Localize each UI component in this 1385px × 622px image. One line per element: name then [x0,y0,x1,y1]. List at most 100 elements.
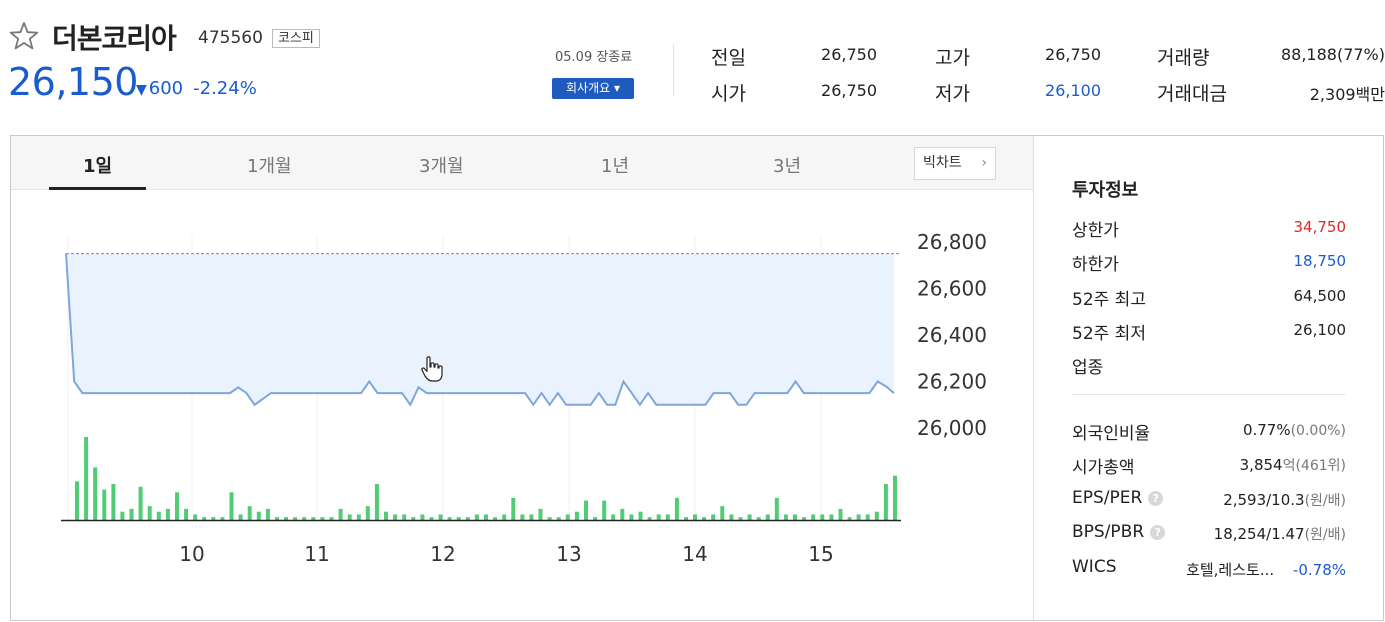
volume-bar [802,517,807,520]
volume-bar [856,514,861,520]
volume-bar [865,514,870,520]
upper-limit-value: 34,750 [1293,218,1347,236]
volume-bar [620,508,625,520]
x-tick-label: 12 [430,542,455,566]
bps-help-icon[interactable]: ? [1150,525,1166,540]
intraday-chart[interactable]: 26,800 26,600 26,400 26,200 26,000 10 11 12 13 1… [11,191,1034,620]
volume-bar [193,514,198,520]
volume-bar [84,437,89,520]
stock-code: 475560 [198,28,263,48]
volume-bar [720,506,725,520]
volume-bar [793,514,797,520]
volume-bar [329,517,334,520]
volume-bar [520,514,525,520]
volume-bar [275,517,279,520]
volume-bar [711,514,716,520]
market-badge: 코스피 [272,29,320,48]
period-tabs: 1일 1개월 3개월 1년 3년 빅차트 › [11,136,1034,190]
tab-1month[interactable]: 1개월 [247,152,292,178]
tab-1year[interactable]: 1년 [601,152,629,178]
big-chart-button[interactable]: 빅차트 › [914,147,996,180]
volume-bar [584,500,588,520]
volume-bar [511,497,516,520]
volume-bar [456,517,461,520]
wics-sector-link[interactable]: 호텔,레스토... [1186,561,1274,579]
trade-amount-label: 거래대금 [1157,83,1227,105]
volume-bar [874,511,879,520]
volume-bar [529,514,534,520]
x-tick-label: 10 [179,542,204,566]
volume-bar [829,514,834,520]
trade-amount-value: 2,309백만 [1309,85,1385,104]
low52-label: 52주 최저 [1072,324,1146,344]
bps-pbr-text: BPS/PBR [1072,522,1145,542]
volume-bar [75,481,79,520]
foreign-ratio-change: (0.00%) [1290,423,1346,439]
volume-bar [202,517,207,520]
stock-header: 더본코리아 475560 코스피 26,150 ▼ 600 -2.24% 05.09… [0,0,1385,120]
active-tab-indicator [49,187,146,190]
wics-label: WICS [1072,557,1117,577]
tab-3years[interactable]: 3년 [773,152,801,178]
x-tick-label: 13 [556,542,581,566]
low-label: 저가 [935,83,970,105]
volume-bar [265,508,270,520]
wics-value: 호텔,레스토... -0.78% [1186,559,1346,580]
volume-bar [402,514,407,520]
y-tick-label: 26,800 [917,230,987,254]
volume-bar [883,484,888,520]
volume-bar [293,517,298,520]
open-value: 26,750 [821,81,877,100]
volume-bar [184,508,189,520]
tab-1day[interactable]: 1일 [83,152,112,178]
high-label: 고가 [935,47,970,69]
lower-limit-label: 하한가 [1072,255,1119,275]
volume-bar [502,514,507,520]
x-tick-label: 11 [304,542,329,566]
down-arrow-icon: ▼ [136,82,147,98]
volume-bar [129,508,134,520]
volume-bar [765,514,770,520]
volume-bar [320,517,325,520]
volume-bar [393,514,398,520]
volume-value: 88,188(77%) [1280,45,1385,64]
change-amount: 600 [148,78,184,99]
volume-bar [238,514,243,520]
tab-3months[interactable]: 3개월 [419,152,464,178]
volume-bar [574,511,579,520]
info-title: 투자정보 [1072,180,1139,201]
volume-bar [256,511,261,520]
volume-bar [538,508,543,520]
volume-bar [684,517,688,520]
bps-pbr-label: BPS/PBR? [1072,522,1166,542]
eps-help-icon[interactable]: ? [1148,491,1164,506]
eps-per-unit: (원/배) [1304,493,1346,509]
volume-bar [638,511,643,520]
volume-bar [211,517,216,520]
chart-and-info-box: 1일 1개월 3개월 1년 3년 빅차트 › 26,800 26,600 26,40… [10,135,1384,621]
eps-per-text: EPS/PER [1072,488,1143,508]
volume-bar [729,514,734,520]
volume-bar [593,517,598,520]
volume-bar [447,517,452,520]
high52-label: 52주 최고 [1072,290,1146,310]
company-overview-button[interactable]: 회사개요 ▾ [552,78,634,99]
volume-bar [420,514,425,520]
bps-pbr: 18,254/1.47 [1213,525,1305,543]
y-tick-label: 26,200 [917,370,987,394]
chart-area: 1일 1개월 3개월 1년 3년 빅차트 › 26,800 26,600 26,40… [11,136,1034,620]
market-cap-rank: 억(461위) [1282,458,1346,474]
volume-bar [120,511,125,520]
volume-bar [738,517,743,520]
volume-bar [93,467,98,520]
x-tick-label: 14 [682,542,707,566]
eps-per-label: EPS/PER? [1072,488,1164,508]
volume-bar [656,514,661,520]
prev-close-label: 전일 [711,47,746,69]
volume-bar [229,492,234,520]
eps-per: 2,593/10.3 [1223,491,1305,509]
volume-bar [565,514,570,520]
volume-bar [429,517,434,520]
y-tick-label: 26,600 [917,277,987,301]
star-outline-icon[interactable] [8,20,40,52]
